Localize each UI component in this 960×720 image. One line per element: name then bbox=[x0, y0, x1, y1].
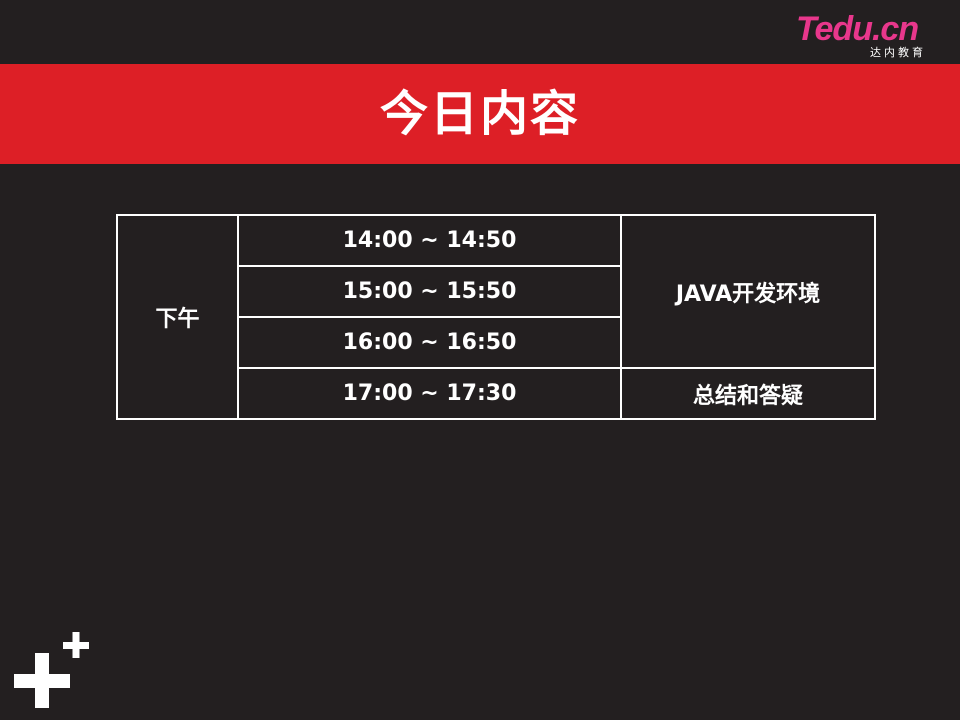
schedule-table: 下午 14:00 ~ 14:50 JAVA开发环境 15:00 ~ 15:50 … bbox=[116, 214, 876, 420]
page-title: 今日内容 bbox=[379, 86, 580, 142]
logo-subtitle: 达内教育 bbox=[870, 46, 926, 59]
time-cell: 14:00 ~ 14:50 bbox=[237, 214, 622, 267]
logo-letters-cn: .cn bbox=[871, 10, 919, 48]
time-cell: 15:00 ~ 15:50 bbox=[237, 265, 622, 318]
plus-cross-icon bbox=[14, 632, 89, 708]
title-banner: 今日内容 bbox=[0, 64, 960, 164]
period-cell: 下午 bbox=[116, 214, 239, 420]
time-cell: 17:00 ~ 17:30 bbox=[237, 367, 622, 420]
time-cell: 16:00 ~ 16:50 bbox=[237, 316, 622, 369]
logo-letters-edu: edu bbox=[814, 10, 873, 48]
logo-letter-t: T bbox=[796, 10, 815, 48]
logo-wordmark: Tedu.cn bbox=[796, 10, 919, 48]
tedu-logo: Tedu.cn 达内教育 bbox=[796, 10, 936, 59]
topic-cell: 总结和答疑 bbox=[620, 367, 876, 420]
table-row: 下午 14:00 ~ 14:50 JAVA开发环境 bbox=[116, 214, 876, 420]
topic-cell: JAVA开发环境 bbox=[620, 214, 876, 369]
